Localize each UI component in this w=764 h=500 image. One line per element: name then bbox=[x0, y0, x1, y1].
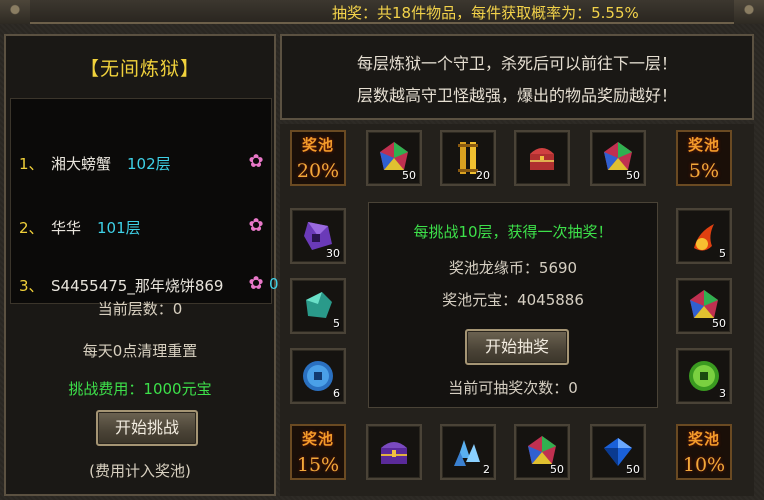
item-count: 50 bbox=[626, 169, 640, 182]
rule-line-1: 每层炼狱一个守卫，杀死后可以前往下一层！ bbox=[356, 54, 677, 73]
rules-header: 每层炼狱一个守卫，杀死后可以前往下一层！ 层数越高守卫怪越强，爆出的物品奖励越好… bbox=[280, 34, 754, 120]
prize-pool-10[interactable]: 奖池 10% bbox=[676, 424, 732, 480]
pool-percent: 5% bbox=[688, 160, 720, 182]
item-slot[interactable]: 20 bbox=[440, 130, 496, 186]
draw-probability-notice: 抽奖：共18件物品，每件获取概率为：5.55% bbox=[332, 4, 639, 22]
item-slot[interactable]: 5 bbox=[676, 208, 732, 264]
item-slot[interactable]: 50 bbox=[676, 278, 732, 334]
treasure-chest-icon bbox=[530, 148, 554, 170]
ranking-row[interactable]: 2、 华华 101层 ✿ bbox=[11, 215, 271, 241]
item-slot[interactable]: 3 bbox=[676, 348, 732, 404]
item-count: 30 bbox=[326, 247, 340, 260]
prize-pool-5[interactable]: 奖池 5% bbox=[676, 130, 732, 186]
player-floor: 101层 bbox=[97, 219, 141, 237]
item-count: 2 bbox=[483, 463, 490, 476]
blue-coin-icon bbox=[303, 361, 333, 391]
item-count: 50 bbox=[712, 317, 726, 330]
item-slot[interactable]: 50 bbox=[514, 424, 570, 480]
player-floor: 102层 bbox=[127, 155, 171, 173]
pool-label: 奖池 bbox=[687, 430, 720, 448]
ice-crystal-icon bbox=[454, 440, 480, 466]
challenge-fee: 挑战费用：1000元宝 bbox=[68, 380, 212, 398]
player-name: 华华 101层 bbox=[51, 219, 141, 237]
flower-icon[interactable]: ✿ bbox=[245, 273, 267, 295]
player-floor: 0 bbox=[269, 275, 279, 293]
fee-note: (费用计入奖池) bbox=[89, 462, 191, 480]
ornament-right-icon bbox=[734, 0, 764, 24]
ranking-row[interactable]: 1、 湘大螃蟹 102层 ✿ bbox=[11, 151, 271, 177]
pool-percent: 20% bbox=[296, 160, 340, 182]
item-slot[interactable]: 2 bbox=[440, 424, 496, 480]
item-slot[interactable] bbox=[366, 424, 422, 480]
lottery-panel: 每挑战10层，获得一次抽奖！ 奖池龙缘币：5690 奖池元宝：4045886 开… bbox=[368, 202, 658, 408]
item-slot[interactable] bbox=[514, 130, 570, 186]
item-count: 3 bbox=[719, 387, 726, 400]
player-name: S4455475_那年烧饼869 bbox=[51, 277, 224, 295]
item-count: 50 bbox=[550, 463, 564, 476]
start-challenge-button[interactable]: 开始挑战 bbox=[96, 410, 198, 446]
rule-line-2: 层数越高守卫怪越强，爆出的物品奖励越好！ bbox=[356, 86, 677, 105]
jade-stone-icon bbox=[306, 292, 332, 318]
pool-percent: 15% bbox=[296, 454, 340, 476]
ranking-row[interactable]: 3、 S4455475_那年烧饼869 ✿ 0 bbox=[11, 273, 279, 299]
purple-chest-icon bbox=[381, 442, 407, 464]
rank-number: 1、 bbox=[19, 155, 44, 173]
pool-label: 奖池 bbox=[687, 136, 720, 154]
daily-reset-note: 每天0点清理重置 bbox=[82, 342, 198, 360]
current-floor: 当前层数：0 bbox=[97, 300, 183, 318]
pool-yuanbao: 奖池元宝：4045886 bbox=[442, 291, 584, 309]
item-slot[interactable]: 5 bbox=[290, 278, 346, 334]
rank-number: 2、 bbox=[19, 219, 44, 237]
item-count: 5 bbox=[333, 317, 340, 330]
item-count: 50 bbox=[402, 169, 416, 182]
rank-number: 3、 bbox=[19, 277, 44, 295]
prize-pool-15[interactable]: 奖池 15% bbox=[290, 424, 346, 480]
item-slot[interactable]: 6 bbox=[290, 348, 346, 404]
fireball-icon bbox=[694, 224, 714, 251]
item-count: 5 bbox=[719, 247, 726, 260]
flower-icon[interactable]: ✿ bbox=[245, 151, 267, 173]
item-slot[interactable]: 50 bbox=[590, 130, 646, 186]
pool-label: 奖池 bbox=[301, 136, 334, 154]
item-slot[interactable]: 30 bbox=[290, 208, 346, 264]
ranking-list: 1、 湘大螃蟹 102层 ✿ 2、 华华 101层 ✿ 3、 S4455475_那年… bbox=[10, 98, 279, 304]
pool-dragon-coin: 奖池龙缘币：5690 bbox=[448, 259, 578, 277]
flower-icon[interactable]: ✿ bbox=[245, 215, 267, 237]
item-count: 20 bbox=[476, 169, 490, 182]
pool-label: 奖池 bbox=[301, 430, 334, 448]
pool-percent: 10% bbox=[682, 454, 726, 476]
item-count: 50 bbox=[626, 463, 640, 476]
panel-title: 【无间炼狱】 bbox=[79, 58, 200, 80]
prize-pool-20[interactable]: 奖池 20% bbox=[290, 130, 346, 186]
item-count: 6 bbox=[333, 387, 340, 400]
draws-remaining: 当前可抽奖次数：0 bbox=[448, 379, 578, 397]
green-coin-icon bbox=[689, 361, 719, 391]
player-name: 湘大螃蟹 102层 bbox=[51, 155, 171, 173]
left-panel: 【无间炼狱】 1、 湘大螃蟹 102层 ✿ 2、 华华 101层 ✿ 3、 S445… bbox=[4, 34, 279, 496]
ornament-left-icon bbox=[0, 0, 30, 24]
start-draw-button[interactable]: 开始抽奖 bbox=[465, 329, 569, 365]
lottery-headline: 每挑战10层，获得一次抽奖！ bbox=[413, 223, 613, 241]
item-slot[interactable]: 50 bbox=[590, 424, 646, 480]
game-window: 抽奖：共18件物品，每件获取概率为：5.55% 【无间炼狱】 1、 湘大螃蟹 10… bbox=[0, 0, 764, 500]
top-bar: 抽奖：共18件物品，每件获取概率为：5.55% bbox=[0, 0, 764, 24]
item-slot[interactable]: 50 bbox=[366, 130, 422, 186]
